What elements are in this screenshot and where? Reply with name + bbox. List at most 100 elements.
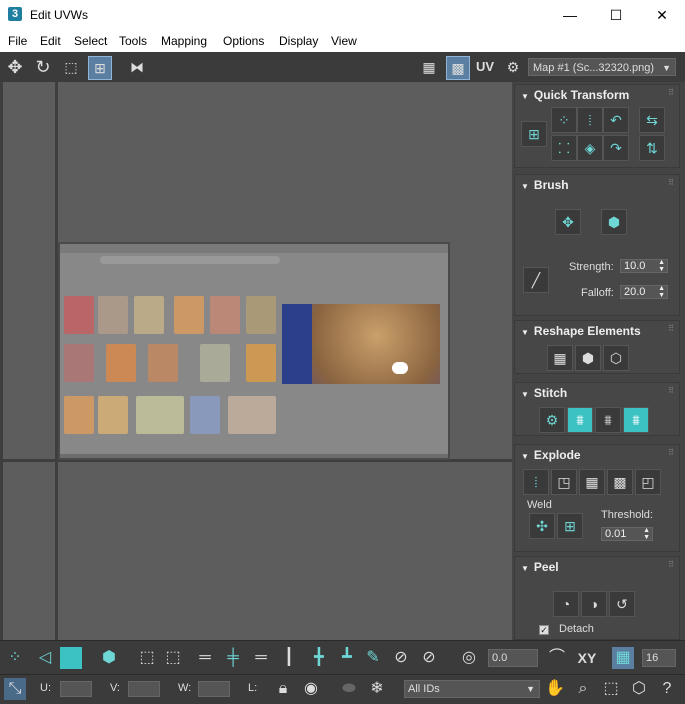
grid-value-select[interactable]: 16 xyxy=(642,649,676,667)
angle-spinner[interactable]: 0.0 xyxy=(488,649,538,667)
rollout-header[interactable]: ▼ Peel xyxy=(515,557,679,577)
paint-select-icon[interactable]: ✎ xyxy=(362,647,384,669)
drag-handle-icon[interactable]: ⠿ xyxy=(668,386,675,395)
drag-handle-icon[interactable]: ⠿ xyxy=(668,88,675,97)
xy-toggle[interactable]: XY xyxy=(574,647,600,669)
rollout-header[interactable]: ▼ Reshape Elements xyxy=(515,321,679,341)
checker-icon[interactable]: ▦ xyxy=(418,56,440,78)
w-field[interactable] xyxy=(198,681,230,697)
rotate-cw-icon[interactable]: ↷ xyxy=(603,135,629,161)
minimize-button[interactable]: — xyxy=(547,0,593,30)
move-icon[interactable]: ✥ xyxy=(4,56,26,78)
menu-edit[interactable]: Edit xyxy=(40,34,61,48)
break-icon[interactable]: ⦙ xyxy=(523,469,549,495)
relax-icon[interactable]: ⬢ xyxy=(575,345,601,371)
drag-handle-icon[interactable]: ⠿ xyxy=(668,178,675,187)
menu-select[interactable]: Select xyxy=(74,34,107,48)
drag-handle-icon[interactable]: ⠿ xyxy=(668,448,675,457)
straighten-icon[interactable]: ◈ xyxy=(577,135,603,161)
freeform-icon[interactable]: ⊞ xyxy=(88,56,112,80)
select-face-icon[interactable] xyxy=(60,647,82,669)
transform-toggle-icon[interactable]: ⤡ xyxy=(4,678,26,700)
falloff-curve-icon[interactable]: ╱ xyxy=(523,267,549,293)
help-icon[interactable]: ? xyxy=(656,678,678,700)
align-corner-icon[interactable]: ⸬ xyxy=(551,135,577,161)
u-field[interactable] xyxy=(60,681,92,697)
filter-icon[interactable]: ⬬ xyxy=(338,678,360,700)
stitch-average-icon[interactable]: ⩩ xyxy=(595,407,621,433)
grow-selection-icon[interactable]: ⬚ xyxy=(136,647,158,669)
checker-pattern-icon[interactable]: ▩ xyxy=(446,56,470,80)
space-horizontal-icon[interactable]: ⇆ xyxy=(639,107,665,133)
detach-checkbox[interactable]: ✓ xyxy=(539,625,549,635)
ring-grow-icon[interactable]: ╪ xyxy=(222,647,244,669)
stitch-custom-icon[interactable]: ⚙ xyxy=(539,407,565,433)
hide-icon[interactable]: ◉ xyxy=(300,678,322,700)
menu-tools[interactable]: Tools xyxy=(119,34,147,48)
rotate-icon[interactable]: ↻ xyxy=(32,56,54,78)
stitch-to-target-icon[interactable]: ⩩ xyxy=(623,407,649,433)
ring-shrink-icon[interactable]: ═ xyxy=(250,647,272,669)
select-vertex-icon[interactable]: ⁘ xyxy=(4,647,26,669)
texture-settings-icon[interactable]: ⚙ xyxy=(502,56,524,78)
uv-toggle[interactable]: UV xyxy=(474,56,496,78)
uv-viewport[interactable] xyxy=(0,82,512,640)
stitch-to-source-icon[interactable]: ⩩ xyxy=(567,407,593,433)
weld-target-icon[interactable]: ⊞ xyxy=(557,513,583,539)
v-field[interactable] xyxy=(128,681,160,697)
mirror-icon[interactable]: ⧓ xyxy=(126,56,148,78)
ids-select[interactable]: All IDs ▼ xyxy=(404,680,540,698)
add-icon[interactable]: ⊞ xyxy=(521,121,547,147)
paint-shrink-icon[interactable]: ⊘ xyxy=(418,647,440,669)
relax-settings-icon[interactable]: ⬡ xyxy=(603,345,629,371)
explode-material-icon[interactable]: ▩ xyxy=(607,469,633,495)
flatten-icon[interactable]: ◰ xyxy=(635,469,661,495)
maximize-button[interactable]: ☐ xyxy=(593,0,639,30)
select-edge-icon[interactable]: ◁ xyxy=(34,647,56,669)
loop-icon[interactable]: ┃ xyxy=(278,647,300,669)
menu-mapping[interactable]: Mapping xyxy=(161,34,207,48)
peel-mode-icon[interactable]: ◑ xyxy=(581,591,607,617)
drag-handle-icon[interactable]: ⠿ xyxy=(668,560,675,569)
lock-icon[interactable]: 🔒︎ xyxy=(272,678,294,700)
falloff-spinner[interactable]: 20.0 ▲ ▼ xyxy=(620,285,668,299)
rotate-ccw-icon[interactable]: ↶ xyxy=(603,107,629,133)
loop-shrink-icon[interactable]: ┻ xyxy=(336,647,358,669)
relax-brush-icon[interactable]: ⬢ xyxy=(601,209,627,235)
menu-file[interactable]: File xyxy=(8,34,27,48)
paint-grow-icon[interactable]: ⊘ xyxy=(390,647,412,669)
zoom-extents-icon[interactable]: ⬡ xyxy=(628,678,650,700)
paint-move-icon[interactable]: ✥ xyxy=(555,209,581,235)
grid-snap-icon[interactable]: ▦ xyxy=(612,647,634,669)
zoom-region-icon[interactable]: ⬚ xyxy=(600,678,622,700)
detach-edges-icon[interactable]: ◳ xyxy=(551,469,577,495)
ring-icon[interactable]: ═ xyxy=(194,647,216,669)
loop-grow-icon[interactable]: ╋ xyxy=(308,647,330,669)
weld-selected-icon[interactable]: ✣ xyxy=(529,513,555,539)
strength-spinner[interactable]: 10.0 ▲ ▼ xyxy=(620,259,668,273)
map-selector[interactable]: Map #1 (Sc...32320.png) ▼ xyxy=(528,58,676,76)
scale-icon[interactable]: ⬚ xyxy=(60,56,82,78)
menu-view[interactable]: View xyxy=(331,34,357,48)
angle-icon[interactable]: ◎ xyxy=(458,647,480,669)
straighten-selection-icon[interactable]: ▦ xyxy=(547,345,573,371)
zoom-icon[interactable]: ⌕ xyxy=(572,678,594,700)
explode-smoothing-icon[interactable]: ▦ xyxy=(579,469,605,495)
soft-select-curve-icon[interactable]: ⌒ xyxy=(546,647,568,669)
align-vertical-icon[interactable]: ⦙ xyxy=(577,107,603,133)
rollout-header[interactable]: ▼ Explode xyxy=(515,445,679,465)
rollout-header[interactable]: ▼ Stitch xyxy=(515,383,679,403)
close-button[interactable]: ✕ xyxy=(639,0,685,30)
menu-display[interactable]: Display xyxy=(279,34,318,48)
space-vertical-icon[interactable]: ⇅ xyxy=(639,135,665,161)
align-horizontal-icon[interactable]: ⁘ xyxy=(551,107,577,133)
rollout-header[interactable]: ▼ Quick Transform xyxy=(515,85,679,105)
menu-options[interactable]: Options xyxy=(223,34,264,48)
rollout-header[interactable]: ▼ Brush xyxy=(515,175,679,195)
pan-hand-icon[interactable]: ✋ xyxy=(544,678,566,700)
shrink-selection-icon[interactable]: ⬚ xyxy=(162,647,184,669)
freeze-icon[interactable]: ❄ xyxy=(366,678,388,700)
quick-peel-icon[interactable]: ◔ xyxy=(553,591,579,617)
select-element-icon[interactable]: ⬢ xyxy=(98,647,120,669)
threshold-spinner[interactable]: 0.01 ▲ ▼ xyxy=(601,527,653,541)
